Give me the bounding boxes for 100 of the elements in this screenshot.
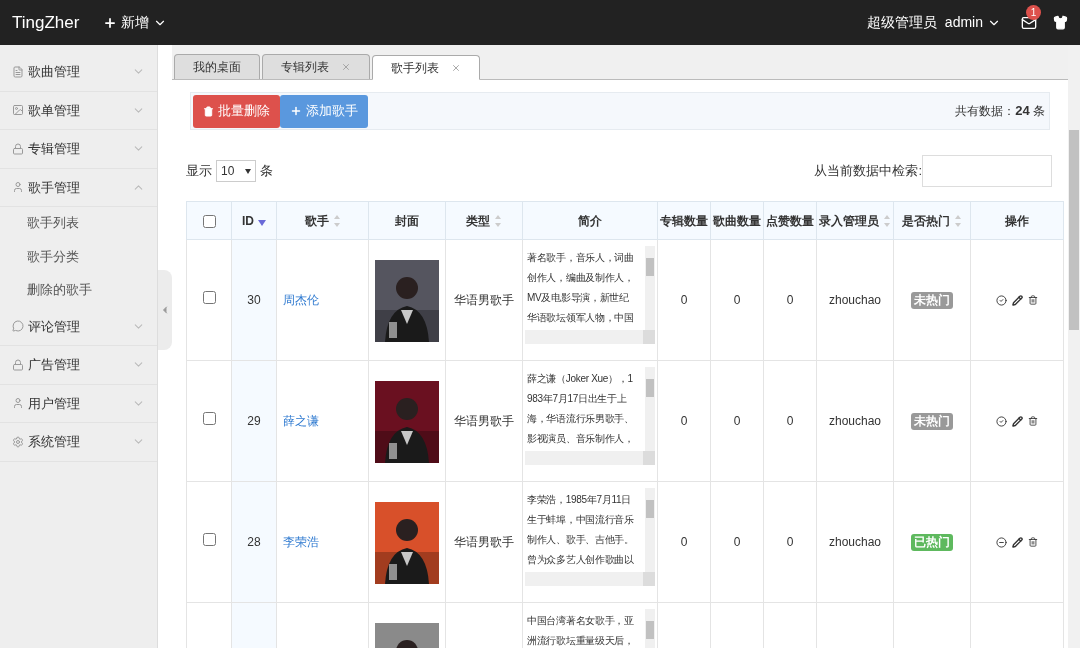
logo[interactable]: TingZher [12, 9, 80, 36]
notification-badge: 1 [1026, 4, 1041, 20]
trash-icon [203, 105, 214, 117]
file-icon [12, 65, 24, 78]
vertical-scrollbar[interactable] [645, 488, 655, 572]
trash-icon [1028, 537, 1038, 547]
column-header: 封面 [368, 201, 446, 240]
table-cell: 0 [786, 414, 794, 428]
sidebar-subitem[interactable]: 删除的歌手 [0, 274, 157, 308]
intro-text: 薛之谦（Joker Xue），1 983年7月17日出生于上 海，华语流行乐男歌手、 影视演员、音乐制作人， [526, 372, 635, 446]
table-cell: zhouchao [828, 535, 881, 549]
table-cell: 华语男歌手 [454, 535, 514, 549]
row-checkbox[interactable] [202, 291, 216, 304]
shirt-icon [1053, 15, 1068, 30]
singer-link[interactable]: 薛之谦 [283, 414, 319, 428]
delete-button[interactable] [1028, 537, 1038, 547]
column-header: 操作 [970, 201, 1064, 240]
batch-delete-button[interactable]: 批量删除 [193, 94, 280, 128]
total-count: 共有数据：24 条 [955, 102, 1045, 121]
edit-button[interactable] [1012, 536, 1023, 548]
new-menu-button[interactable]: 新增 [103, 12, 168, 33]
horizontal-scrollbar[interactable] [525, 330, 655, 344]
column-header[interactable]: 歌手 [276, 201, 369, 240]
trash-icon [1028, 295, 1038, 305]
page-length-select[interactable]: 10 [216, 160, 256, 182]
sidebar-item[interactable]: 专辑管理 [0, 130, 157, 169]
intro-scroll-box[interactable]: 薛之谦（Joker Xue），1 983年7月17日出生于上 海，华语流行乐男歌手、 影视演员、音乐制作人， [525, 367, 655, 465]
plus-icon [290, 105, 302, 117]
intro-text: 中国台湾著名女歌手，亚 洲流行歌坛重量级天后， [526, 614, 635, 648]
tab[interactable]: 歌手列表 [372, 55, 480, 80]
column-header: 简介 [522, 201, 658, 240]
sidebar-item[interactable]: 系统管理 [0, 423, 157, 462]
table-cell: 华语男歌手 [454, 293, 514, 307]
trash-icon [1028, 416, 1038, 426]
horizontal-scrollbar[interactable] [525, 572, 655, 586]
image-icon [12, 104, 24, 117]
hot-status-badge: 未热门 [911, 291, 953, 310]
user-icon [12, 397, 24, 410]
sidebar-subitem[interactable]: 歌手列表 [0, 207, 157, 241]
intro-scroll-box[interactable]: 李荣浩，1985年7月11日 生于蚌埠，中国流行音乐 制作人、歌手、吉他手。 曾为众多艺人创作歌曲以 [525, 488, 655, 586]
row-checkbox[interactable] [202, 412, 216, 425]
mail-button[interactable] [1021, 14, 1037, 31]
sidebar-item[interactable]: 歌单管理 [0, 91, 157, 130]
theme-button[interactable] [1053, 15, 1068, 30]
sidebar-item[interactable]: 广告管理 [0, 346, 157, 385]
row-checkbox[interactable] [202, 533, 216, 546]
singer-link[interactable]: 李荣浩 [283, 535, 319, 549]
vertical-scrollbar[interactable] [645, 367, 655, 451]
sidebar-item[interactable]: 歌手管理 [0, 168, 157, 207]
table-cell: 0 [680, 293, 688, 307]
table-cell: 0 [680, 414, 688, 428]
singer-link[interactable]: 周杰伦 [283, 293, 319, 307]
search-field[interactable] [922, 155, 1052, 187]
search-label: 从当前数据中检索: [814, 162, 922, 181]
speech-bubble-icon [12, 320, 24, 333]
intro-scroll-box[interactable]: 中国台湾著名女歌手，亚 洲流行歌坛重量级天后， [525, 609, 655, 648]
table-cell: 28 [247, 535, 261, 549]
horizontal-scrollbar[interactable] [525, 451, 655, 465]
tab[interactable]: 专辑列表 [262, 54, 370, 79]
sidebar-toggle[interactable] [158, 270, 172, 350]
rows-unit-label: 条 [260, 162, 273, 181]
sort-descending-icon[interactable] [258, 219, 266, 226]
unset-hot-button[interactable] [996, 536, 1007, 548]
sidebar-item[interactable]: 用户管理 [0, 384, 157, 423]
table-cell: 0 [680, 535, 688, 549]
delete-button[interactable] [1028, 295, 1038, 305]
intro-scroll-box[interactable]: 著名歌手，音乐人，词曲 创作人，编曲及制作人， MV及电影导演，新世纪 华语歌坛领军人物，中国 [525, 246, 655, 344]
delete-button[interactable] [1028, 416, 1038, 426]
table-cell: 0 [733, 293, 741, 307]
user-menu-button[interactable]: admin [944, 12, 1001, 33]
column-header: 专辑数量 [657, 201, 711, 240]
plus-icon [103, 15, 118, 30]
column-header[interactable]: ID [231, 201, 277, 240]
sidebar-subitem[interactable]: 歌手分类 [0, 240, 157, 274]
user-icon [12, 181, 24, 194]
column-header[interactable]: 录入管理员 [816, 201, 894, 240]
set-hot-button[interactable] [996, 294, 1007, 306]
table-cell: 30 [247, 293, 261, 307]
table-cell: 华语男歌手 [454, 414, 514, 428]
user-role: 超级管理员 [866, 13, 937, 32]
intro-text: 著名歌手，音乐人，词曲 创作人，编曲及制作人， MV及电影导演，新世纪 华语歌坛领军人物，中国 [526, 251, 635, 325]
column-header[interactable]: 是否热门 [893, 201, 971, 240]
column-header[interactable]: 类型 [445, 201, 523, 240]
vertical-scrollbar[interactable] [645, 246, 655, 330]
select-all-checkbox[interactable] [202, 214, 216, 228]
column-header[interactable] [186, 201, 232, 240]
page-scrollbar[interactable] [1068, 45, 1080, 648]
sidebar-item[interactable]: 歌曲管理 [0, 53, 157, 92]
sidebar-item[interactable]: 评论管理 [0, 307, 157, 346]
table-cell: 0 [733, 414, 741, 428]
edit-button[interactable] [1012, 294, 1023, 306]
edit-button[interactable] [1012, 415, 1023, 427]
circle-minus-icon [996, 536, 1007, 548]
tab[interactable]: 我的桌面 [174, 54, 260, 79]
lock-icon [12, 358, 24, 371]
set-hot-button[interactable] [996, 415, 1007, 427]
circle-check-icon [996, 415, 1007, 427]
hot-status-badge: 未热门 [911, 412, 953, 431]
lock-icon [12, 142, 24, 155]
column-header: 点赞数量 [763, 201, 817, 240]
